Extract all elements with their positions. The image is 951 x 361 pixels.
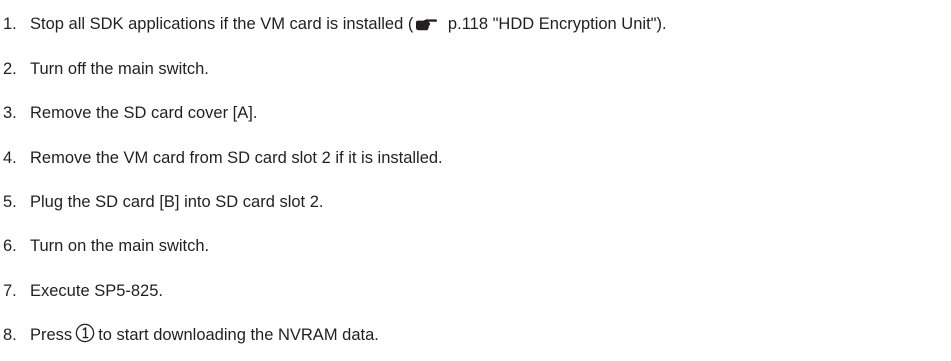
step-text-before: Stop all SDK applications if the VM card… [30,15,414,33]
step-number: 1. [3,15,17,33]
step-text: Plug the SD card [B] into SD card slot 2… [30,193,324,211]
step-text: Press to start downloading the NVRAM data… [30,321,379,352]
step-number: 8. [3,326,17,344]
step-text: Stop all SDK applications if the VM card… [30,10,667,40]
step-text-before: Press [30,326,73,344]
step-number: 2. [3,60,17,78]
step-text: Remove the VM card from SD card slot 2 i… [30,149,443,167]
step-number: 5. [3,193,17,211]
step-text: Turn on the main switch. [30,237,210,255]
pointing-hand-icon [415,12,438,40]
step-text: Turn off the main switch. [30,60,209,78]
start-key-icon [75,323,95,352]
step-link-reference[interactable]: p.118 "HDD Encryption Unit"). [443,15,667,33]
step-number: 4. [3,149,17,167]
step-text: Execute SP5-825. [30,282,163,300]
step-number: 6. [3,237,17,255]
step-number: 7. [3,282,17,300]
step-number: 3. [3,104,17,122]
step-text-after: to start downloading the NVRAM data. [98,326,379,344]
step-text: Remove the SD card cover [A]. [30,104,258,122]
